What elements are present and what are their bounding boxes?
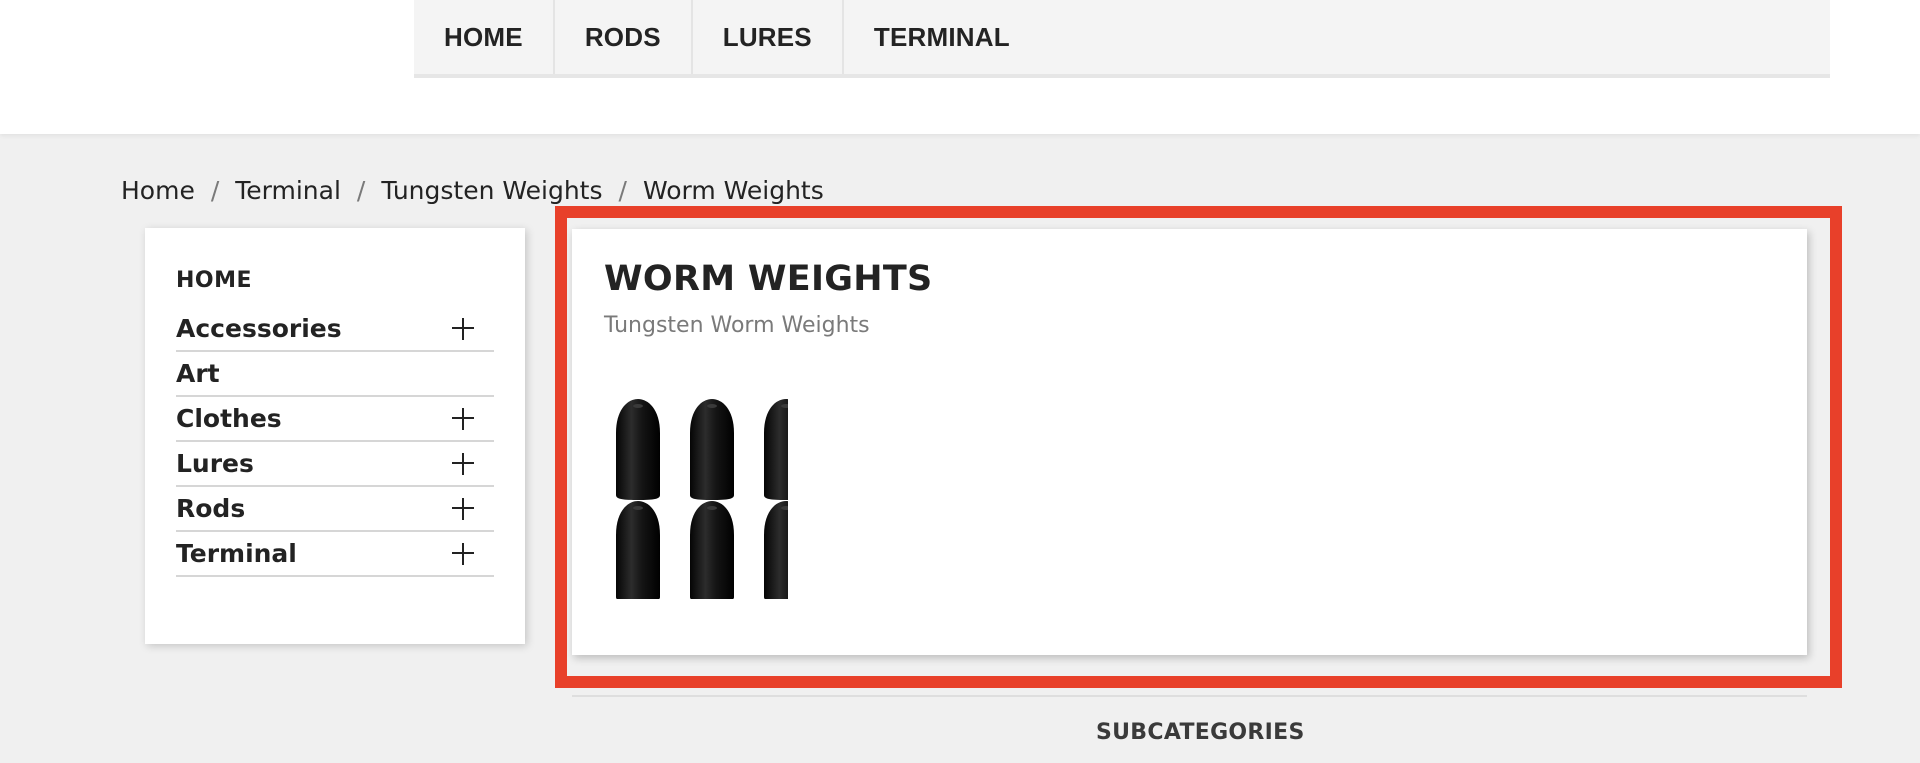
breadcrumb-tungsten-weights[interactable]: Tungsten Weights [381,176,602,205]
sidebar-item-clothes[interactable]: Clothes [176,397,494,442]
sidebar-item-art[interactable]: Art [176,352,494,397]
expand-plus-icon[interactable] [448,539,478,569]
sidebar-item-label: Art [176,359,220,388]
breadcrumb-separator: / [618,175,627,205]
sidebar-item-terminal[interactable]: Terminal [176,532,494,577]
sidebar-item-label: Terminal [176,539,297,568]
breadcrumb-terminal[interactable]: Terminal [235,176,341,205]
worm-weights-image [616,399,788,599]
subcategories-divider [572,695,1807,697]
sidebar-home-link[interactable]: HOME [176,268,494,293]
sidebar-item-label: Clothes [176,404,282,433]
subcategories-heading: SUBCATEGORIES [1096,720,1305,745]
expand-plus-icon[interactable] [448,494,478,524]
breadcrumb: Home / Terminal / Tungsten Weights / Wor… [121,172,824,208]
menu-item-terminal[interactable]: TERMINAL [844,0,1040,74]
category-description: Tungsten Worm Weights [604,313,870,338]
expand-plus-icon[interactable] [448,404,478,434]
sidebar-item-label: Rods [176,494,246,523]
sidebar-item-rods[interactable]: Rods [176,487,494,532]
menu-item-rods[interactable]: RODS [555,0,693,74]
breadcrumb-separator: / [210,175,220,205]
top-menu: HOME RODS LURES TERMINAL [414,0,1830,78]
sidebar-item-accessories[interactable]: Accessories [176,307,494,352]
category-header-card: WORM WEIGHTS Tungsten Worm Weights [572,229,1807,655]
site-header: HOME RODS LURES TERMINAL [0,0,1920,134]
breadcrumb-home[interactable]: Home [121,176,195,205]
page-title: WORM WEIGHTS [604,259,933,299]
sidebar-item-label: Accessories [176,314,342,343]
expand-plus-icon[interactable] [448,449,478,479]
breadcrumb-worm-weights: Worm Weights [642,175,824,205]
menu-item-lures[interactable]: LURES [693,0,844,74]
menu-item-home[interactable]: HOME [414,0,555,74]
breadcrumb-separator: / [356,175,366,205]
category-sidebar: HOME Accessories Art Clothes Lures Rods … [145,228,525,644]
sidebar-item-lures[interactable]: Lures [176,442,494,487]
expand-plus-icon[interactable] [448,314,478,344]
sidebar-item-label: Lures [176,449,254,478]
